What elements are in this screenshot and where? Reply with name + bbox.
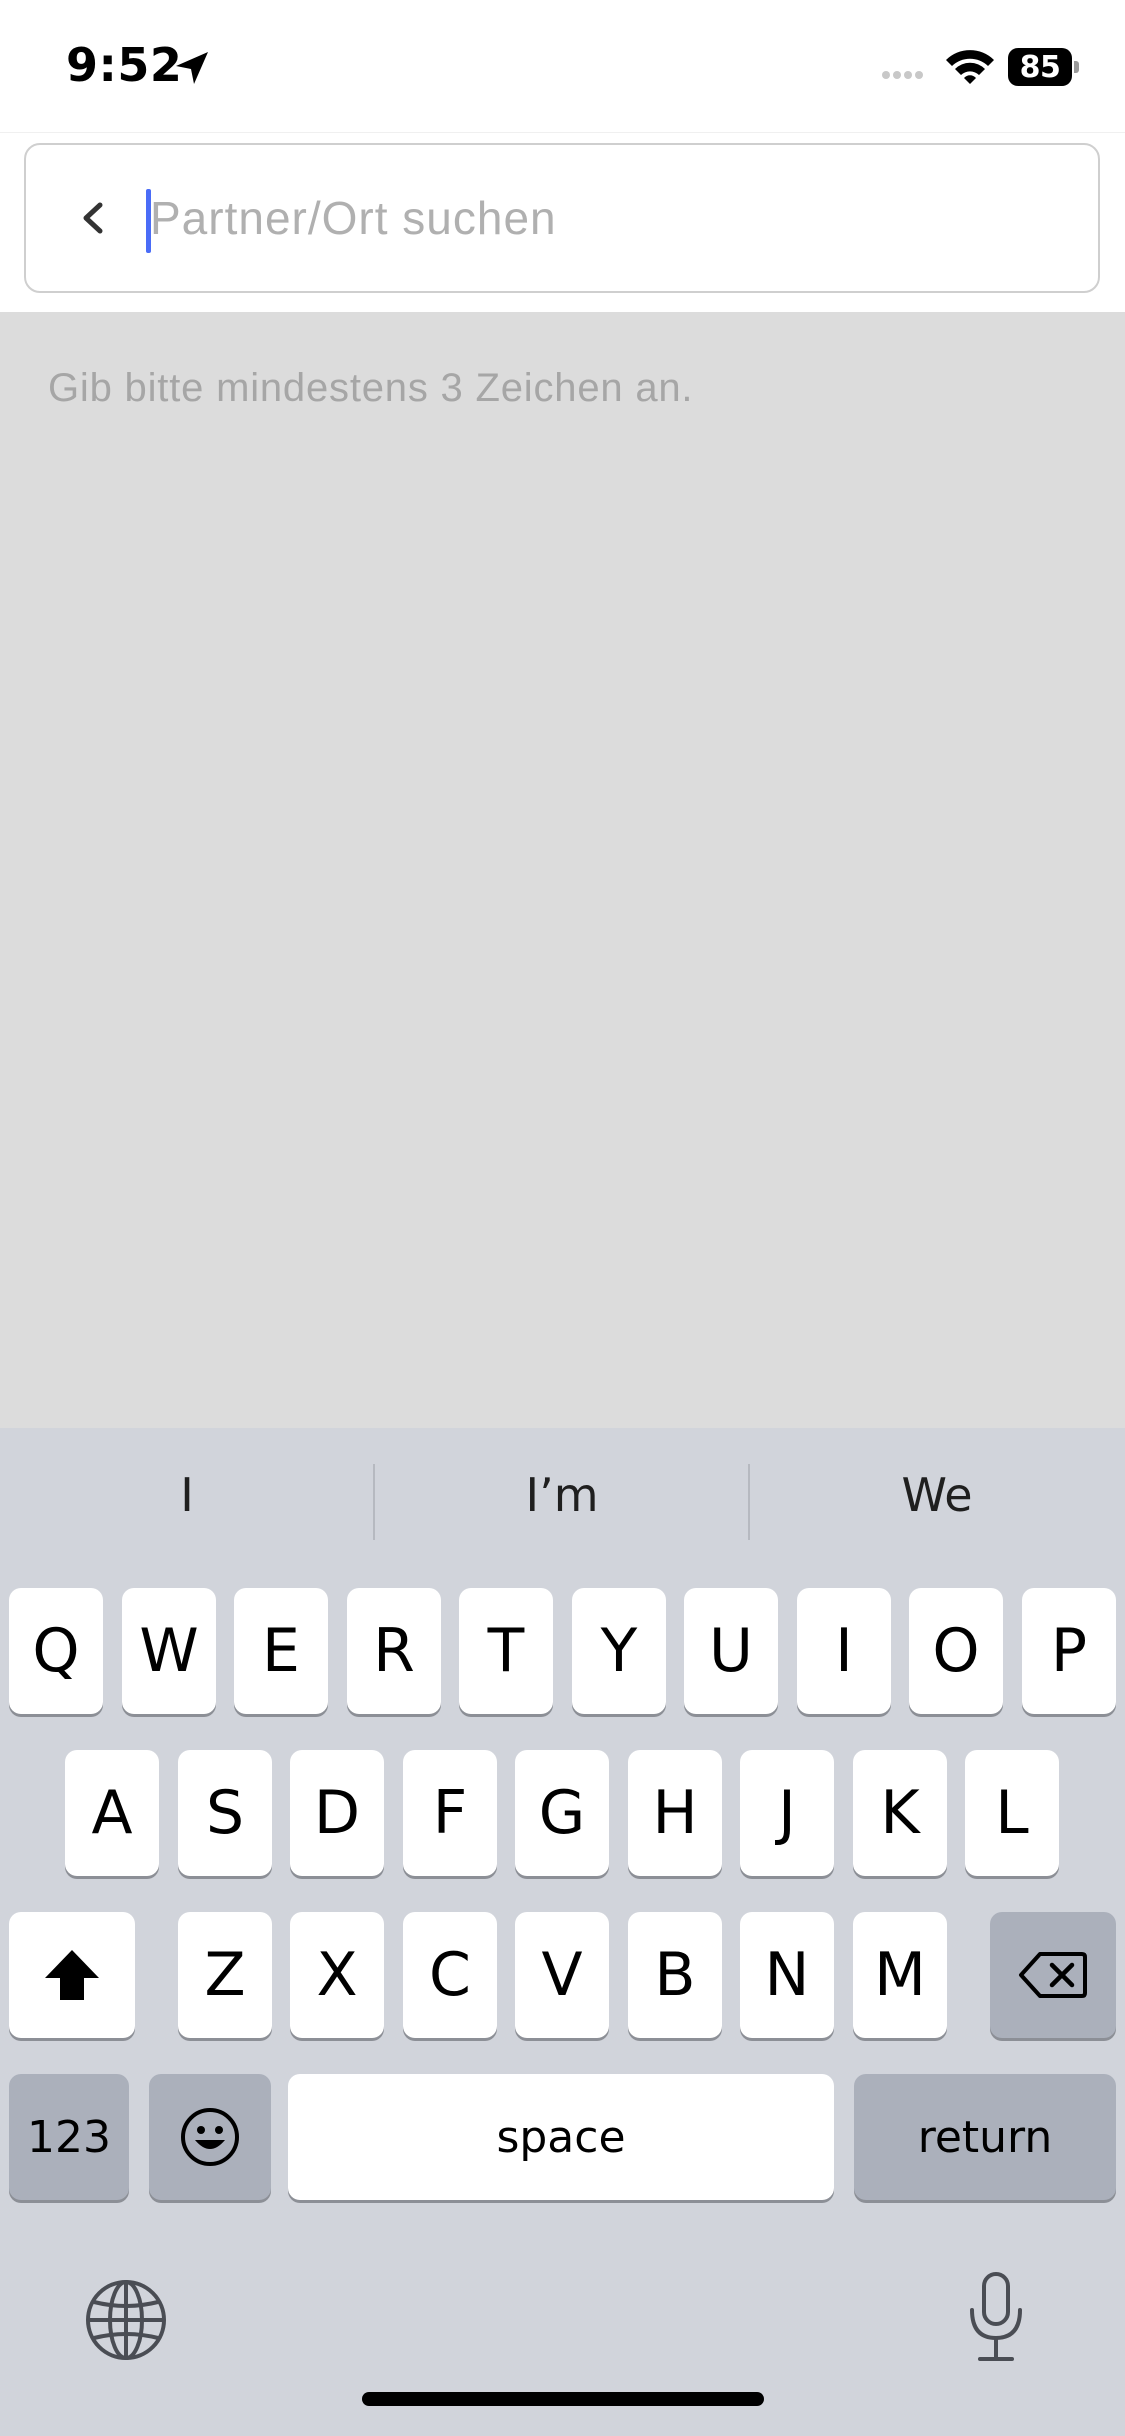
key-d[interactable]: D xyxy=(290,1750,384,1876)
search-placeholder[interactable]: Partner/Ort suchen xyxy=(150,191,557,245)
search-input[interactable]: Partner/Ort suchen xyxy=(24,143,1100,293)
suggestion-bar: I I’m We xyxy=(0,1428,1125,1578)
key-o[interactable]: O xyxy=(909,1588,1003,1714)
key-b[interactable]: B xyxy=(628,1912,722,2038)
key-m[interactable]: M xyxy=(853,1912,947,2038)
location-arrow-icon xyxy=(176,52,208,84)
microphone-icon[interactable] xyxy=(964,2270,1028,2364)
status-time: 9:52 xyxy=(66,38,183,92)
suggestion-1[interactable]: I xyxy=(0,1468,374,1522)
delete-icon xyxy=(1019,1952,1087,1998)
home-indicator[interactable] xyxy=(362,2392,764,2406)
key-e[interactable]: E xyxy=(234,1588,328,1714)
delete-key[interactable] xyxy=(990,1912,1116,2038)
return-key[interactable]: return xyxy=(854,2074,1116,2200)
key-s[interactable]: S xyxy=(178,1750,272,1876)
shift-icon xyxy=(45,1950,99,2000)
key-u[interactable]: U xyxy=(684,1588,778,1714)
shift-key[interactable] xyxy=(9,1912,135,2038)
key-r[interactable]: R xyxy=(347,1588,441,1714)
key-a[interactable]: A xyxy=(65,1750,159,1876)
suggestion-2[interactable]: I’m xyxy=(375,1468,749,1522)
wifi-icon xyxy=(946,50,994,84)
key-g[interactable]: G xyxy=(515,1750,609,1876)
space-key[interactable]: space xyxy=(288,2074,834,2200)
battery-level: 85 xyxy=(1019,49,1061,85)
key-p[interactable]: P xyxy=(1022,1588,1116,1714)
search-header: Partner/Ort suchen xyxy=(0,132,1125,312)
globe-icon[interactable] xyxy=(84,2278,168,2362)
chevron-left-icon[interactable] xyxy=(70,193,118,243)
battery-body: 85 xyxy=(1008,48,1072,86)
key-j[interactable]: J xyxy=(740,1750,834,1876)
numbers-key[interactable]: 123 xyxy=(9,2074,129,2200)
battery-tip xyxy=(1074,61,1079,73)
key-i[interactable]: I xyxy=(797,1588,891,1714)
emoji-icon xyxy=(181,2108,239,2166)
suggestion-3[interactable]: We xyxy=(750,1468,1124,1522)
cellular-signal-icon xyxy=(882,71,923,79)
key-z[interactable]: Z xyxy=(178,1912,272,2038)
key-y[interactable]: Y xyxy=(572,1588,666,1714)
key-w[interactable]: W xyxy=(122,1588,216,1714)
key-x[interactable]: X xyxy=(290,1912,384,2038)
key-k[interactable]: K xyxy=(853,1750,947,1876)
status-bar: 9:52 85 xyxy=(0,0,1125,132)
emoji-key[interactable] xyxy=(149,2074,271,2200)
key-h[interactable]: H xyxy=(628,1750,722,1876)
key-f[interactable]: F xyxy=(403,1750,497,1876)
battery-icon: 85 xyxy=(1008,48,1079,86)
keyboard: I I’m We Q W E R T Y U I O P A S D F G H… xyxy=(0,1428,1125,2436)
results-area: Gib bitte mindestens 3 Zeichen an. xyxy=(0,312,1125,1428)
key-t[interactable]: T xyxy=(459,1588,553,1714)
key-v[interactable]: V xyxy=(515,1912,609,2038)
key-q[interactable]: Q xyxy=(9,1588,103,1714)
key-c[interactable]: C xyxy=(403,1912,497,2038)
min-characters-hint: Gib bitte mindestens 3 Zeichen an. xyxy=(48,366,694,410)
key-n[interactable]: N xyxy=(740,1912,834,2038)
key-l[interactable]: L xyxy=(965,1750,1059,1876)
